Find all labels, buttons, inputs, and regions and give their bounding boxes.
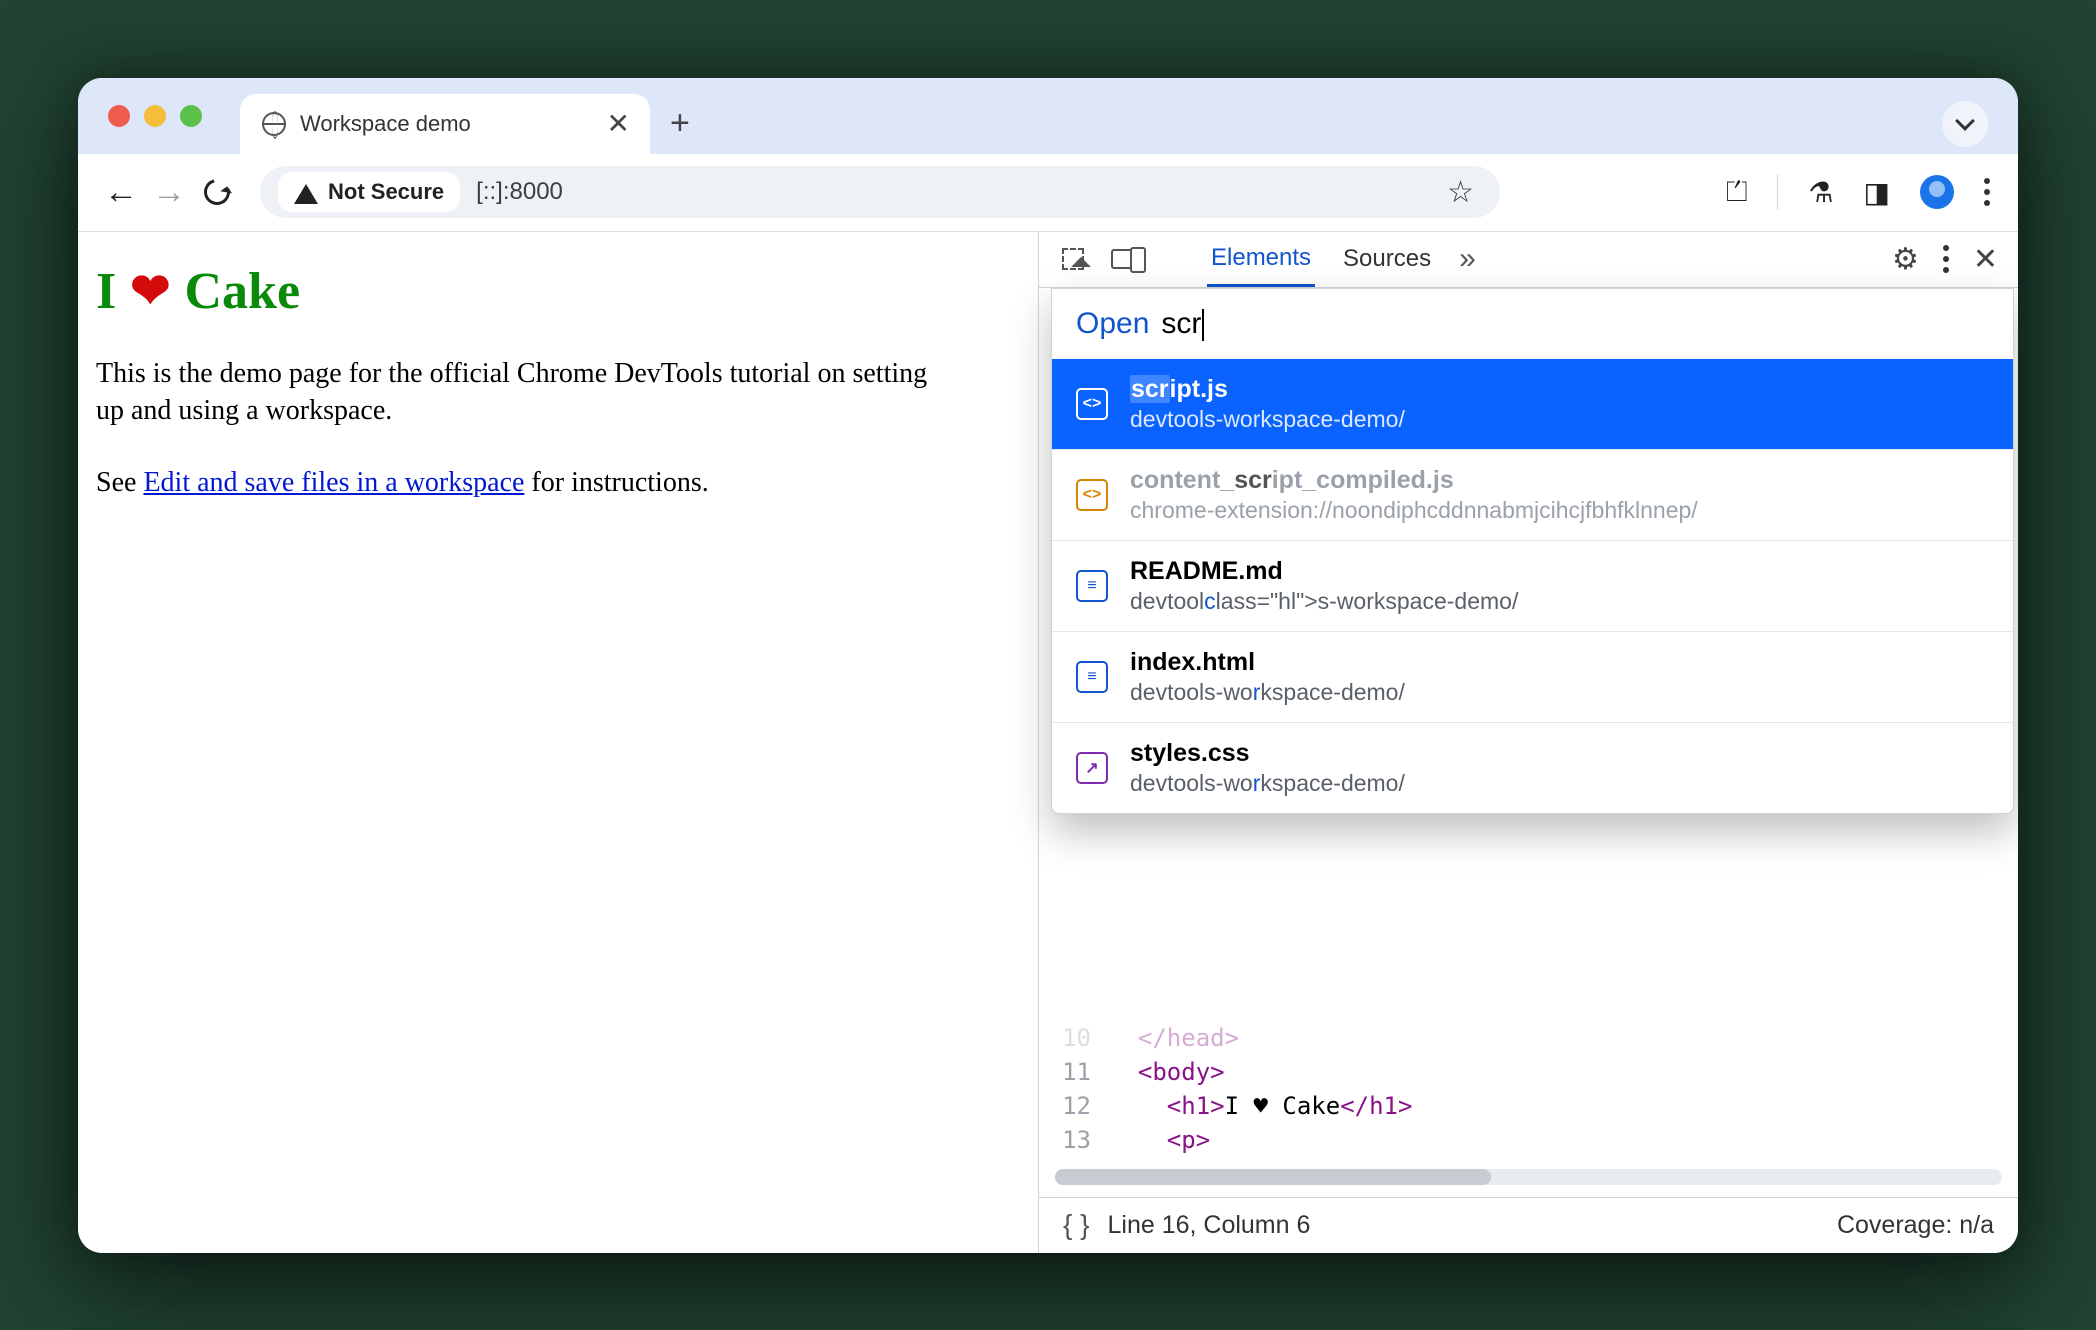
devtools-statusbar: { } Line 16, Column 6 Coverage: n/a (1039, 1197, 2018, 1253)
tab-elements[interactable]: Elements (1207, 231, 1315, 287)
content-area: I ❤ Cake This is the demo page for the o… (78, 232, 2018, 1253)
tab-sources[interactable]: Sources (1339, 245, 1435, 273)
page-paragraph: This is the demo page for the official C… (96, 355, 956, 431)
quick-open-results: <>script.jsdevtools-workspace-demo/<>con… (1052, 359, 2013, 813)
devtools-settings-button[interactable]: ⚙ (1892, 242, 1919, 277)
pretty-print-button[interactable]: { } (1063, 1209, 1089, 1241)
file-name: index.html (1130, 648, 1405, 677)
line-number: 10 (1039, 1024, 1109, 1052)
file-name: script.js (1130, 375, 1405, 404)
warning-icon (294, 172, 318, 204)
file-path: devtools-workspace-demo/ (1130, 406, 1405, 433)
chrome-menu-button[interactable] (1984, 178, 1990, 206)
tab-strip: Workspace demo ✕ + (78, 78, 2018, 154)
forward-button[interactable]: → (154, 177, 184, 207)
devtools-tabbar: Elements Sources » ⚙ ✕ (1039, 232, 2018, 288)
text-see: See (96, 467, 143, 498)
device-icon (1111, 249, 1139, 269)
new-tab-button[interactable]: + (670, 94, 690, 154)
devtools-close-button[interactable]: ✕ (1973, 242, 1998, 277)
window-controls (98, 78, 216, 154)
code-line: 10 </head> (1039, 1021, 2018, 1055)
device-toolbar-button[interactable] (1111, 245, 1139, 273)
tab-close-button[interactable]: ✕ (607, 107, 630, 140)
reload-button[interactable] (202, 177, 232, 207)
profile-button[interactable] (1920, 175, 1954, 209)
bookmark-button[interactable]: ☆ (1447, 175, 1474, 210)
quick-open-query: scr (1161, 307, 1204, 341)
file-name: content_script_compiled.js (1130, 466, 1698, 495)
file-type-icon: <> (1076, 479, 1108, 511)
minimize-window-button[interactable] (144, 105, 166, 127)
page-heading: I ❤ Cake (96, 262, 1020, 321)
file-type-icon: ≡ (1076, 570, 1108, 602)
close-window-button[interactable] (108, 105, 130, 127)
heading-part-cake: Cake (184, 262, 300, 321)
quick-open-item[interactable]: <> script.jsdevtools-workspace-demo/ (1052, 359, 2013, 449)
security-chip[interactable]: Not Secure (278, 172, 460, 212)
browser-toolbar: ← → Not Secure [::]:8000 ☆ ⏍ ⚗ ◨ (78, 154, 2018, 232)
horizontal-scrollbar[interactable] (1055, 1169, 2002, 1185)
tab-search-button[interactable] (1942, 101, 1988, 147)
line-number: 11 (1039, 1058, 1109, 1086)
file-path: devtools-workspace-demo/ (1130, 770, 1405, 797)
quick-open-prefix: Open (1076, 307, 1149, 341)
globe-icon (262, 112, 286, 136)
page-instructions: See Edit and save files in a workspace f… (96, 464, 956, 502)
line-number: 12 (1039, 1092, 1109, 1120)
maximize-window-button[interactable] (180, 105, 202, 127)
extensions-button[interactable]: ⏍ (1726, 176, 1747, 209)
code-line: 12 <h1>I ♥ Cake</h1> (1039, 1089, 2018, 1123)
inspect-element-button[interactable] (1059, 245, 1087, 273)
quick-open-item[interactable]: <> content_script_compiled.jschrome-exten… (1052, 449, 2013, 540)
file-name: styles.css (1130, 739, 1405, 768)
url-text: [::]:8000 (476, 178, 563, 206)
workspace-link[interactable]: Edit and save files in a workspace (143, 467, 524, 498)
quick-open-item[interactable]: ≡ index.htmldevtools-workspace-demo/ (1052, 631, 2013, 722)
devtools-menu-button[interactable] (1943, 245, 1949, 273)
text-cursor (1202, 309, 1204, 341)
file-type-icon: ↗ (1076, 752, 1108, 784)
text-suffix: for instructions. (524, 467, 708, 498)
tab-title: Workspace demo (300, 111, 471, 137)
browser-tab[interactable]: Workspace demo ✕ (240, 94, 650, 154)
quick-open-input[interactable]: Open scr (1052, 289, 2013, 359)
back-button[interactable]: ← (106, 177, 136, 207)
separator (1777, 174, 1778, 210)
chevron-down-icon (1955, 111, 1975, 131)
inspect-icon (1062, 248, 1084, 270)
file-type-icon: ≡ (1076, 661, 1108, 693)
side-panel-button[interactable]: ◨ (1864, 176, 1890, 209)
rendered-page: I ❤ Cake This is the demo page for the o… (78, 232, 1038, 1253)
heart-icon: ❤ (130, 263, 170, 319)
cursor-position: Line 16, Column 6 (1107, 1211, 1310, 1240)
experiments-button[interactable]: ⚗ (1808, 176, 1833, 209)
code-line: 13 <p> (1039, 1123, 2018, 1157)
security-label: Not Secure (328, 179, 444, 205)
browser-window: Workspace demo ✕ + ← → Not Secure [::]:8… (78, 78, 2018, 1253)
file-type-icon: <> (1076, 388, 1108, 420)
quick-open-dialog: Open scr <>script.jsdevtools-workspace-d… (1051, 288, 2014, 814)
coverage-status: Coverage: n/a (1837, 1211, 1994, 1240)
line-number: 13 (1039, 1126, 1109, 1154)
devtools-panel: Elements Sources » ⚙ ✕ Open scr <> script… (1038, 232, 2018, 1253)
more-tabs-button[interactable]: » (1459, 242, 1476, 276)
address-bar[interactable]: Not Secure [::]:8000 ☆ (260, 166, 1500, 218)
file-path: devtools-workspace-demo/ (1130, 679, 1405, 706)
file-name: README.md (1130, 557, 1518, 586)
file-path: chrome-extension://noondiphcddnnabmjcihc… (1130, 497, 1698, 524)
code-line: 11 <body> (1039, 1055, 2018, 1089)
quick-open-item[interactable]: ≡ README.mddevtoolclass="hl">s-workspace-… (1052, 540, 2013, 631)
reload-icon (199, 174, 235, 210)
quick-open-item[interactable]: ↗ styles.cssdevtools-workspace-demo/ (1052, 722, 2013, 813)
file-path: devtoolclass="hl">s-workspace-demo/ (1130, 588, 1518, 615)
heading-part-i: I (96, 262, 116, 321)
